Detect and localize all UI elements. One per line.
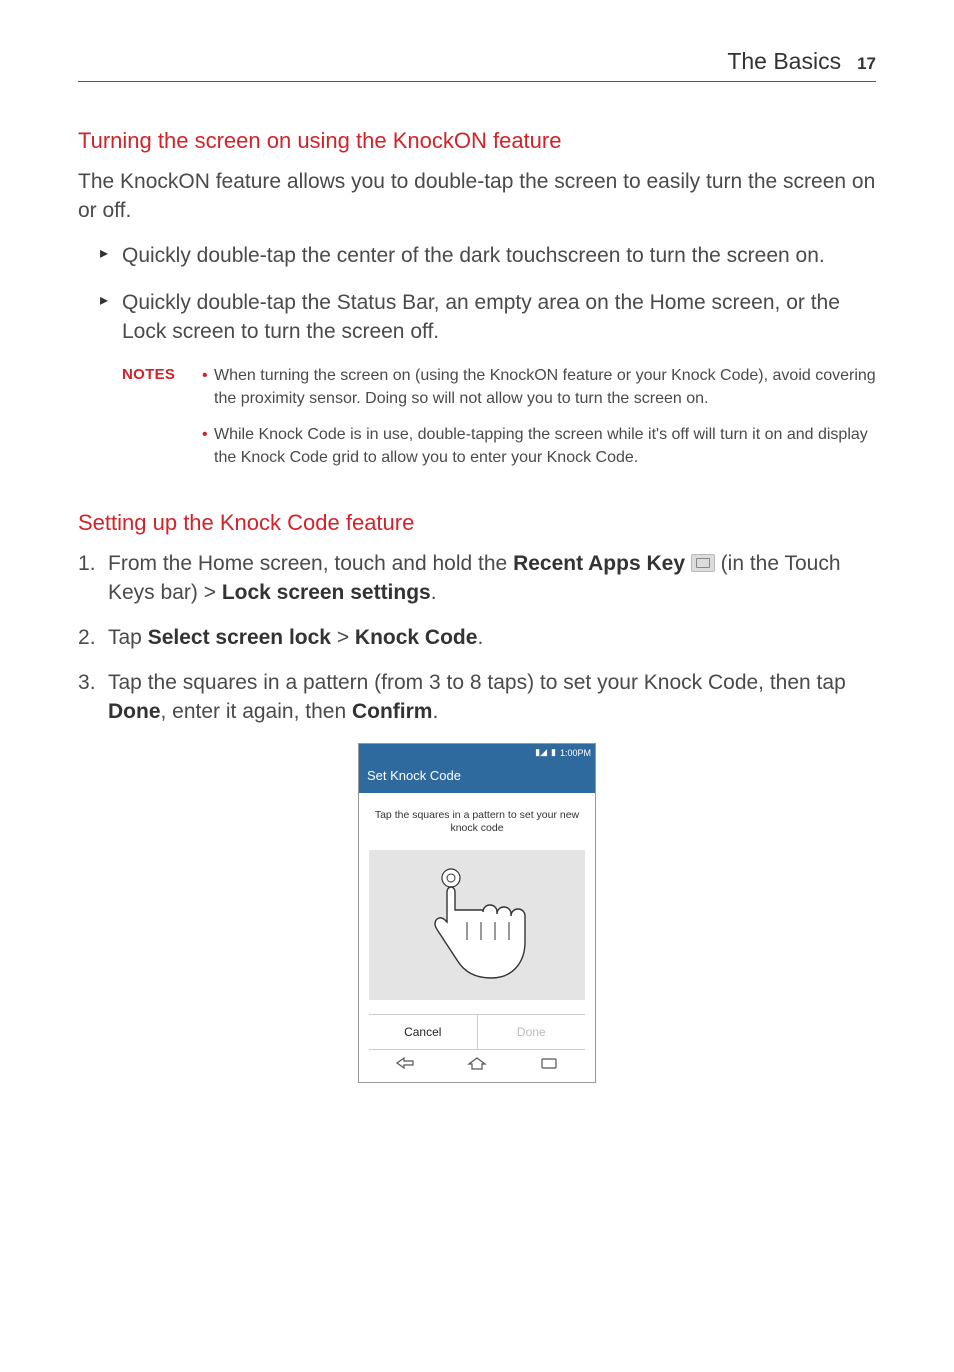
bold-term: Done	[108, 700, 161, 723]
bullet-item: Quickly double-tap the Status Bar, an em…	[100, 289, 876, 347]
phone-screenshot: ▮◢ ▮ 1:00PM Set Knock Code Tap the squar…	[358, 743, 596, 1083]
bold-term: Knock Code	[355, 626, 478, 649]
step-text: .	[477, 626, 483, 649]
back-icon	[394, 1056, 416, 1070]
phone-nav-bar	[369, 1049, 585, 1074]
step-text: .	[431, 581, 437, 604]
phone-instruction: Tap the squares in a pattern to set your…	[369, 809, 585, 836]
status-time: 1:00PM	[560, 748, 591, 758]
step-item: From the Home screen, touch and hold the…	[78, 550, 876, 608]
phone-title-bar: Set Knock Code	[359, 762, 595, 793]
step-text: , enter it again, then	[161, 700, 352, 723]
notes-label: NOTES	[122, 365, 200, 484]
recent-apps-key-icon	[691, 554, 715, 572]
phone-button-row: Cancel Done	[369, 1014, 585, 1049]
step-item: Tap the squares in a pattern (from 3 to …	[78, 669, 876, 727]
signal-icon: ▮◢	[535, 747, 547, 758]
step-text: >	[331, 626, 355, 649]
bold-term: Lock screen settings	[222, 581, 431, 604]
note-item: When turning the screen on (using the Kn…	[200, 365, 876, 410]
recent-icon	[538, 1056, 560, 1070]
step-text: Tap the squares in a pattern (from 3 to …	[108, 671, 846, 694]
step-text: Tap	[108, 626, 148, 649]
bold-term: Confirm	[352, 700, 433, 723]
bold-term: Recent Apps Key	[513, 552, 685, 575]
knock-code-grid	[369, 850, 585, 1000]
heading-knockon: Turning the screen on using the KnockON …	[78, 128, 876, 154]
battery-icon: ▮	[551, 747, 556, 758]
cancel-button: Cancel	[369, 1015, 478, 1049]
step-text: From the Home screen, touch and hold the	[108, 552, 513, 575]
page-number: 17	[857, 54, 876, 74]
notes-block: NOTES When turning the screen on (using …	[122, 365, 876, 484]
page-header: The Basics 17	[78, 48, 876, 82]
note-item: While Knock Code is in use, double-tappi…	[200, 424, 876, 469]
home-icon	[466, 1056, 488, 1070]
phone-status-bar: ▮◢ ▮ 1:00PM	[359, 744, 595, 762]
step-text: .	[432, 700, 438, 723]
done-button: Done	[478, 1015, 586, 1049]
bullet-list: Quickly double-tap the center of the dar…	[78, 242, 876, 347]
step-item: Tap Select screen lock > Knock Code.	[78, 624, 876, 653]
section-title: The Basics	[727, 48, 841, 75]
bullet-item: Quickly double-tap the center of the dar…	[100, 242, 876, 271]
intro-text: The KnockON feature allows you to double…	[78, 168, 876, 226]
hand-tap-icon	[413, 860, 543, 1000]
numbered-list: From the Home screen, touch and hold the…	[78, 550, 876, 727]
bold-term: Select screen lock	[148, 626, 331, 649]
heading-knockcode: Setting up the Knock Code feature	[78, 510, 876, 536]
